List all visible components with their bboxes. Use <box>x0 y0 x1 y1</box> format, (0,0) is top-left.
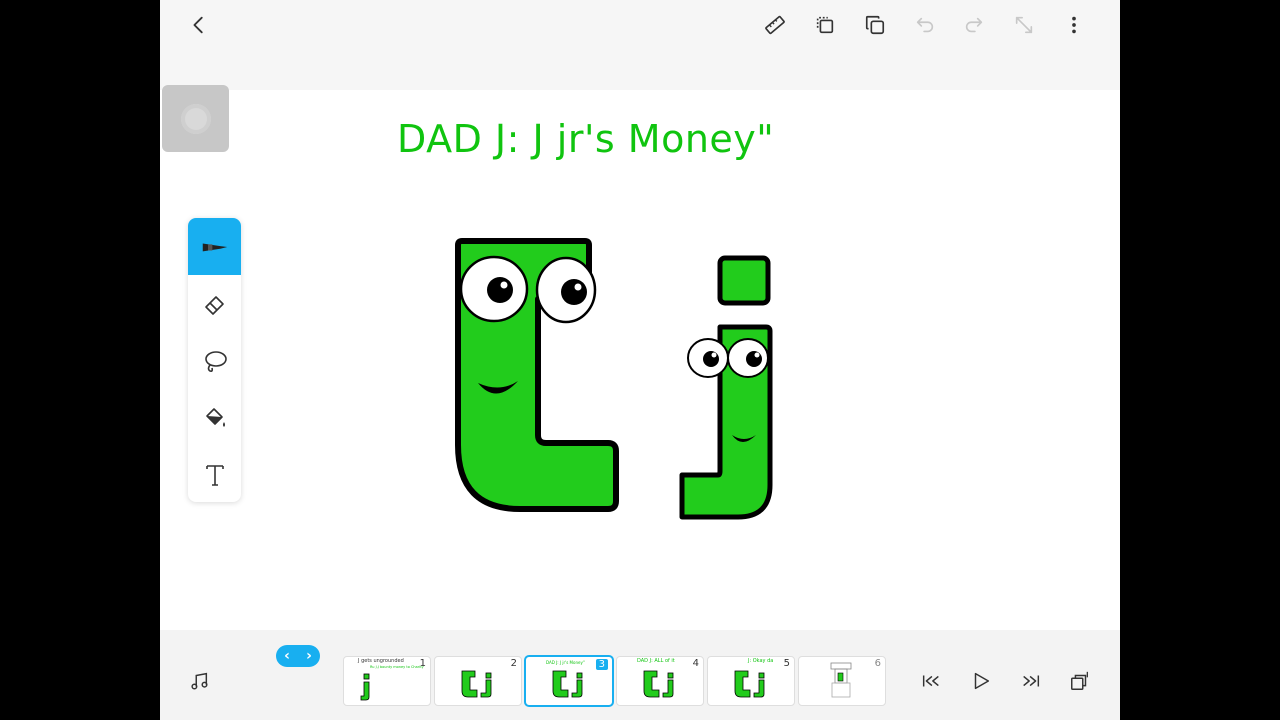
play-icon <box>974 672 990 690</box>
copy-frame-icon <box>816 16 834 34</box>
pen-icon <box>202 243 227 251</box>
fill-bucket-icon <box>205 407 225 427</box>
more-button[interactable] <box>1060 11 1088 39</box>
ruler-button[interactable] <box>761 11 789 39</box>
animation-app: DAD J: J jr's Money" ‹ › J gets unground… <box>160 0 1120 720</box>
add-frame-button[interactable] <box>1066 667 1094 695</box>
pen-tool[interactable] <box>188 218 241 275</box>
text-tool[interactable] <box>188 446 241 502</box>
copy-frame-button[interactable] <box>811 11 839 39</box>
small-j-character <box>679 255 773 520</box>
top-toolbar <box>160 0 1120 50</box>
brush-dot <box>180 103 211 134</box>
undo-button[interactable] <box>911 11 939 39</box>
tool-palette <box>188 218 241 502</box>
text-icon <box>205 464 224 486</box>
frame-thumb-5[interactable]: J: Okay da 5 <box>707 656 795 706</box>
layers-add-icon <box>1071 671 1088 690</box>
frame-art <box>643 670 674 698</box>
skip-back-icon <box>922 675 939 687</box>
play-button[interactable] <box>967 667 995 695</box>
frame-scroll-control: ‹ › <box>276 645 320 667</box>
frame-number: 5 <box>783 658 790 669</box>
lasso-tool[interactable] <box>188 332 241 389</box>
eraser-icon <box>204 295 224 315</box>
jump-to-start-button[interactable] <box>917 667 945 695</box>
brush-size-preview[interactable] <box>162 85 229 152</box>
frame-number: 6 <box>874 658 881 669</box>
undo-icon <box>916 17 934 33</box>
expand-icon <box>1015 16 1033 34</box>
frame-caption: J: Okay da <box>748 658 774 664</box>
frame-number: 4 <box>692 658 699 669</box>
frame-number: 2 <box>510 658 517 669</box>
frame-art <box>552 670 583 698</box>
eraser-tool[interactable] <box>188 275 241 332</box>
frame-thumb-2[interactable]: 2 <box>434 656 522 706</box>
frame-thumb-4[interactable]: DAD J: ALL of it 4 <box>616 656 704 706</box>
frame-thumb-6[interactable]: 6 <box>798 656 886 706</box>
frame-caption: J gets ungrounded <box>358 658 404 664</box>
music-button[interactable] <box>185 667 213 695</box>
back-icon <box>193 16 203 34</box>
expand-button[interactable] <box>1010 11 1038 39</box>
frame-caption-sub: Ru J.J bounty money to Charity <box>370 665 424 669</box>
frame-number: 3 <box>595 659 608 670</box>
frame-art <box>830 662 852 698</box>
big-j-character <box>455 238 619 512</box>
redo-icon <box>965 17 983 33</box>
frame-art <box>360 673 370 701</box>
canvas-title-text: DAD J: J jr's Money" <box>397 117 775 161</box>
frame-caption: DAD J: ALL of it <box>637 658 675 664</box>
skip-forward-icon <box>1023 675 1040 687</box>
music-note-icon <box>191 672 208 690</box>
drawing-canvas[interactable] <box>160 90 1120 630</box>
duplicate-button[interactable] <box>861 11 889 39</box>
frame-number: 1 <box>419 658 426 669</box>
duplicate-icon <box>865 15 885 35</box>
ruler-icon <box>765 15 785 35</box>
frame-art <box>461 670 492 698</box>
chevron-right-icon[interactable]: › <box>306 648 312 664</box>
lasso-icon <box>204 350 227 372</box>
redo-button[interactable] <box>960 11 988 39</box>
frame-caption: DAD J: J jr's Money" <box>546 660 585 665</box>
chevron-left-icon[interactable]: ‹ <box>284 648 290 664</box>
frame-thumb-3[interactable]: DAD J: J jr's Money" 3 <box>525 656 613 706</box>
fill-tool[interactable] <box>188 389 241 446</box>
frame-thumb-1[interactable]: J gets ungrounded Ru J.J bounty money to… <box>343 656 431 706</box>
back-button[interactable] <box>185 11 213 39</box>
frame-art <box>734 670 765 698</box>
jump-to-end-button[interactable] <box>1017 667 1045 695</box>
more-icon <box>1072 16 1076 34</box>
